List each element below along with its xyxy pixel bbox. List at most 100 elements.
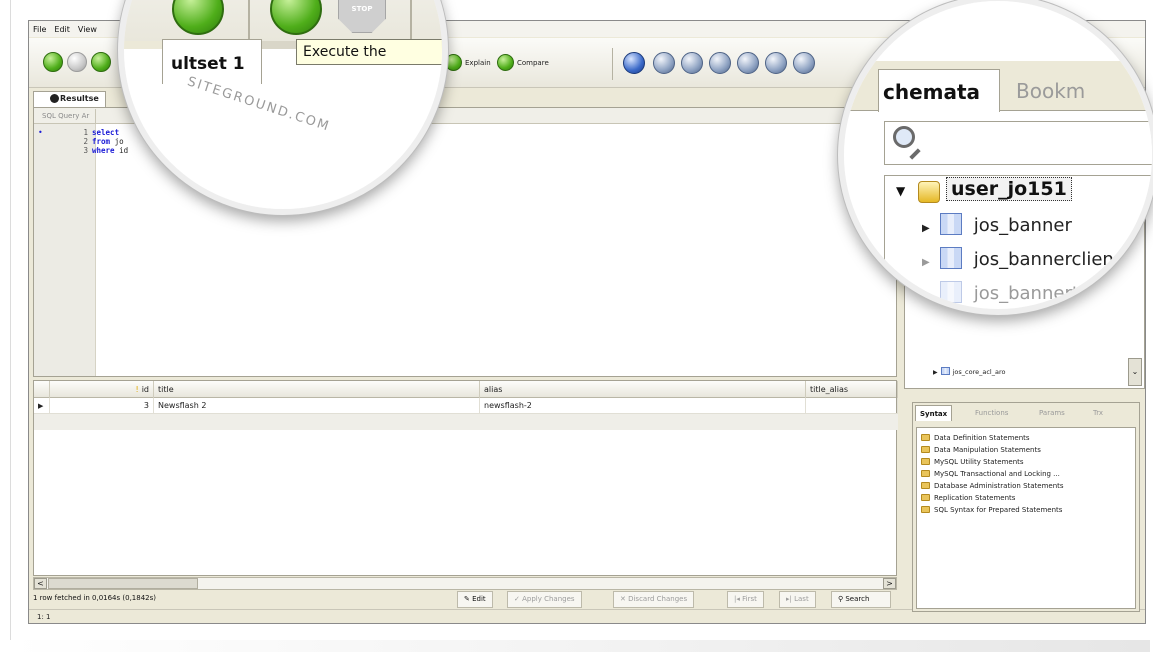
schema-search-input[interactable] — [884, 121, 1152, 165]
tree-item-table[interactable]: ▶ jos_core_acl_aro — [933, 366, 1005, 378]
expand-arrow-icon: ▶ — [922, 257, 930, 268]
refresh-small-icon[interactable] — [91, 52, 111, 72]
syntax-item[interactable]: MySQL Utility Statements — [921, 456, 1024, 468]
tab-resultset[interactable]: Resultse — [33, 91, 106, 107]
cell-title[interactable]: Newsflash 2 — [154, 398, 480, 414]
syntax-panel: Syntax Functions Params Trx Data Definit… — [912, 402, 1140, 612]
execute-refresh-icon[interactable] — [172, 0, 224, 35]
result-status-row: 1 row fetched in 0,0164s (0,1842s) ✎ Edi… — [33, 591, 897, 608]
first-record-icon: |◂ — [734, 595, 743, 603]
column-header-id[interactable]: ! id — [50, 381, 154, 398]
discard-changes-button[interactable]: ✕ Discard Changes — [613, 591, 695, 608]
last-button[interactable]: ▸| Last — [779, 591, 816, 608]
first-button[interactable]: |◂ First — [727, 591, 764, 608]
search-button[interactable]: ⚲ Search — [831, 591, 891, 608]
magnifier-lens-schemata: chemata Bookm ▼ user_jo151 ▶ jos_banner ▶… — [838, 0, 1153, 315]
table-row[interactable]: ▶ 3 Newsflash 2 newsflash-2 — [34, 398, 898, 414]
cell-id[interactable]: 3 — [50, 398, 154, 414]
syntax-item[interactable]: SQL Syntax for Prepared Statements — [921, 504, 1062, 516]
execute-tooltip: Execute the — [296, 39, 442, 65]
syntax-item[interactable]: Replication Statements — [921, 492, 1015, 504]
tree-item-table[interactable]: ▶ jos_banner — [922, 213, 1072, 236]
page-bottom-shadow — [10, 640, 1150, 652]
cell-title-alias[interactable] — [806, 398, 898, 414]
lens-zoom-content: chemata Bookm ▼ user_jo151 ▶ jos_banner ▶… — [844, 1, 1152, 309]
menu-view[interactable]: View — [78, 25, 97, 34]
select-clause-icon[interactable] — [653, 52, 675, 74]
tree-item-table[interactable]: ▶ jos_bannertr — [922, 281, 1086, 304]
menu-edit[interactable]: Edit — [54, 25, 70, 34]
execute-lightning-icon[interactable] — [270, 0, 322, 35]
menu-file[interactable]: File — [33, 25, 46, 34]
compare-button-label[interactable]: Compare — [517, 59, 549, 67]
column-header-title[interactable]: title — [154, 381, 480, 398]
scroll-right-arrow-icon[interactable]: > — [883, 578, 896, 589]
zoom-resultset-tab[interactable]: ultset 1 — [162, 39, 262, 84]
syntax-item[interactable]: MySQL Transactional and Locking ... — [921, 468, 1060, 480]
tree-item-table[interactable]: ▶ jos_bannerclien — [922, 247, 1114, 270]
tab-syntax[interactable]: Syntax — [915, 405, 953, 421]
sql-query-area-tab[interactable]: SQL Query Ar — [36, 109, 97, 124]
tab-trx[interactable]: Trx — [1089, 405, 1107, 421]
lens-toolbar-separator — [410, 0, 412, 39]
from-clause-icon[interactable] — [681, 52, 703, 74]
syntax-item[interactable]: Database Administration Statements — [921, 480, 1064, 492]
syntax-tab-bar: Syntax Functions Params Trx — [913, 403, 1139, 423]
explain-button-label[interactable]: Explain — [465, 59, 491, 67]
folder-icon — [921, 458, 930, 465]
syntax-item[interactable]: Data Manipulation Statements — [921, 444, 1041, 456]
cursor-position: 1: 1 — [37, 613, 51, 621]
collapse-arrow-icon[interactable]: ▼ — [896, 184, 905, 198]
lens-zoom-content: ultset 1 Execute the STOP SITEGROUND.COM — [124, 0, 442, 209]
scrollbar-thumb[interactable] — [48, 578, 198, 589]
rows-fetched-status: 1 row fetched in 0,0164s (0,1842s) — [33, 594, 156, 602]
scroll-left-arrow-icon[interactable]: < — [34, 578, 47, 589]
result-grid[interactable]: ! id title alias title_alias ▶ 3 Newsflas… — [33, 380, 898, 576]
tab-functions[interactable]: Functions — [971, 405, 1012, 421]
resultset-tab-icon — [50, 94, 59, 103]
expand-arrow-icon: ▶ — [922, 223, 930, 234]
syntax-list: Data Definition Statements Data Manipula… — [916, 427, 1136, 609]
column-header-title-alias[interactable]: title_alias — [806, 381, 898, 398]
last-record-icon: ▸| — [786, 595, 795, 603]
syntax-item[interactable]: Data Definition Statements — [921, 432, 1030, 444]
apply-changes-button[interactable]: ✓ Apply Changes — [507, 591, 582, 608]
having-clause-icon[interactable] — [765, 52, 787, 74]
resultset-tab-label: Resultse — [60, 94, 99, 103]
folder-icon — [921, 506, 930, 513]
folder-icon — [921, 482, 930, 489]
tree-item-database[interactable]: user_jo151 — [946, 177, 1072, 201]
folder-icon — [921, 446, 930, 453]
page-left-rule — [10, 0, 11, 640]
tab-bookmarks[interactable]: Bookm — [1016, 79, 1085, 103]
search-handle-icon — [909, 148, 921, 160]
folder-icon — [921, 494, 930, 501]
tab-params[interactable]: Params — [1035, 405, 1069, 421]
expand-arrow-icon: ▶ — [933, 369, 938, 376]
table-icon — [939, 281, 962, 303]
column-header-alias[interactable]: alias — [480, 381, 806, 398]
grid-horizontal-scrollbar[interactable]: < > — [33, 577, 897, 590]
group-clause-icon[interactable] — [737, 52, 759, 74]
new-row-placeholder[interactable] — [34, 414, 898, 430]
primary-key-icon: ! — [135, 385, 139, 394]
tab-schemata[interactable]: chemata — [878, 69, 1000, 112]
discard-x-icon: ✕ — [620, 595, 629, 603]
expand-arrow-icon: ▶ — [922, 291, 930, 302]
lens-toolbar-separator — [248, 0, 250, 39]
compare-icon[interactable] — [497, 54, 514, 71]
search-icon — [893, 126, 915, 148]
database-icon — [918, 181, 940, 203]
edit-button[interactable]: ✎ Edit — [457, 591, 493, 608]
tree-scroll-down-icon[interactable]: ⌄ — [1128, 358, 1142, 386]
stop-icon[interactable]: STOP — [338, 0, 386, 33]
back-arrow-icon[interactable] — [43, 52, 63, 72]
magnifier-lens-toolbar: ultset 1 Execute the STOP SITEGROUND.COM — [118, 0, 448, 215]
grid-header: ! id title alias title_alias — [34, 381, 898, 398]
select-tool-icon[interactable] — [623, 52, 645, 74]
where-clause-icon[interactable] — [709, 52, 731, 74]
forward-arrow-icon[interactable] — [67, 52, 87, 72]
cell-alias[interactable]: newsflash-2 — [480, 398, 806, 414]
order-clause-icon[interactable] — [793, 52, 815, 74]
folder-icon — [921, 470, 930, 477]
